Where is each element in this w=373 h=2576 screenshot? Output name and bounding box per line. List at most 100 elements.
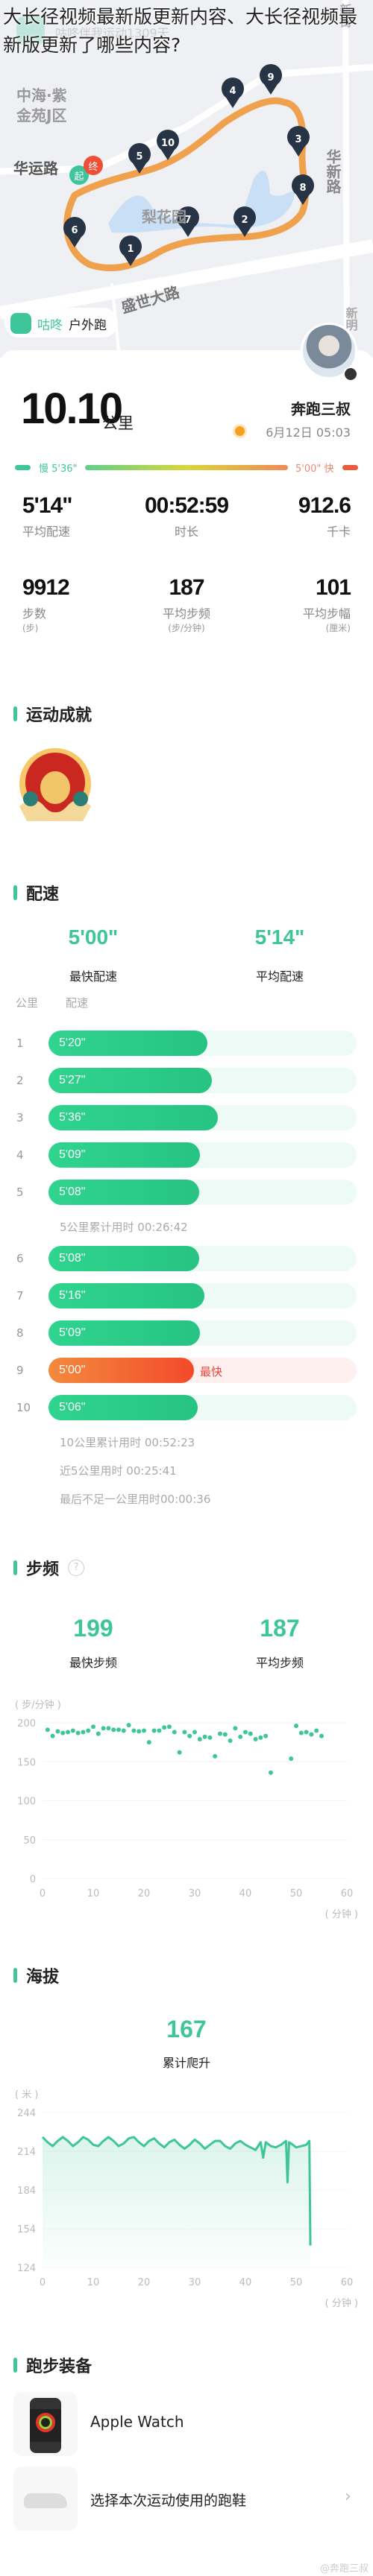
cadence-point <box>126 1723 131 1728</box>
stat-label: 步数 <box>22 607 47 621</box>
stat-unit: (厘米) <box>325 623 351 633</box>
split-bar[interactable]: 5'00" <box>48 1358 194 1383</box>
cadence-point <box>121 1728 126 1733</box>
note-5km: 5公里累计用时 00:26:42 <box>60 1221 188 1234</box>
km-marker-label: 10 <box>161 138 175 149</box>
elevation-area <box>43 2136 311 2268</box>
cadence-point <box>319 1733 324 1738</box>
map-label-park: 梨花园 <box>142 208 186 226</box>
gear-watch-row[interactable]: Apple Watch <box>0 2390 373 2458</box>
cadence-point <box>111 1727 116 1732</box>
split-bar[interactable]: 5'08" <box>48 1246 200 1271</box>
split-bar[interactable]: 5'06" <box>48 1395 198 1420</box>
stat-value: 00:52:59 <box>144 493 229 518</box>
cadence-point <box>50 1733 55 1738</box>
cadence-point <box>289 1756 294 1762</box>
page-title: 大长径视频最新版更新内容、大长径视频最新版更新了哪些内容? <box>3 6 358 56</box>
pace-legend-slow: 慢 5'36" <box>39 463 78 475</box>
section-title: 运动成就 <box>26 706 93 725</box>
cadence-point <box>218 1731 222 1736</box>
cadence-point <box>151 1728 157 1733</box>
split-bar[interactable]: 5'09" <box>48 1142 201 1168</box>
shoe-prompt: 选择本次运动使用的跑鞋 <box>90 2493 247 2509</box>
split-km: 1 <box>16 1037 24 1050</box>
cadence-point <box>157 1728 162 1733</box>
activity-datetime: 6月12日 05:03 <box>266 425 351 440</box>
split-bar[interactable]: 5'16" <box>48 1283 205 1308</box>
stat-1: 00:52:59 时长 <box>112 493 261 539</box>
split-km: 2 <box>16 1074 24 1087</box>
stat-unit: (步) <box>22 623 39 633</box>
section-title: 海拔 <box>26 1968 60 1987</box>
stat-label: 时长 <box>174 525 198 539</box>
km-marker-label: 3 <box>295 134 301 145</box>
cadence-point <box>101 1726 106 1731</box>
cadence-point <box>294 1724 298 1729</box>
y-tick-label: 100 <box>17 1797 36 1808</box>
x-tick-label: 10 <box>87 1888 100 1899</box>
split-bar[interactable]: 5'27" <box>48 1068 213 1093</box>
x-tick-label: 20 <box>138 1888 151 1899</box>
note-remainder: 最后不足一公里用时00:00:36 <box>60 1493 211 1506</box>
x-tick-label: 60 <box>341 1888 354 1899</box>
user-name[interactable]: 奔跑三叔 <box>291 397 351 419</box>
km-marker-label: 8 <box>299 183 306 194</box>
stat-value: 9912 <box>22 575 70 600</box>
split-km: 4 <box>16 1148 24 1162</box>
app-logo-icon <box>10 313 31 334</box>
average-pace-label: 平均配速 <box>255 969 304 984</box>
cadence-point <box>228 1738 233 1744</box>
shoe-icon <box>24 2493 67 2508</box>
elevation-chart: ( 米 ) 124 154 184 214 244 0 10 20 30 40 50 60 ( 分钟 ) <box>15 2089 358 2309</box>
cadence-point <box>202 1734 207 1739</box>
split-bar[interactable]: 5'09" <box>48 1320 201 1346</box>
col-header-pace: 配速 <box>66 996 89 1010</box>
average-pace-value: 5'14" <box>254 925 305 949</box>
stat-0: 5'14" 平均配速 <box>22 493 72 539</box>
gear-header: 跑步装备 <box>13 2353 92 2377</box>
stat-value: 912.6 <box>298 493 351 518</box>
elevation-header: 海拔 <box>13 1963 59 1987</box>
gear-shoe-row[interactable]: 选择本次运动使用的跑鞋 › <box>0 2465 373 2532</box>
pace-header: 配速 <box>13 881 59 905</box>
cadence-point <box>66 1730 70 1735</box>
stat-unit: (步/分钟) <box>168 623 205 633</box>
y-tick-label: 154 <box>17 2224 36 2235</box>
cadence-point <box>243 1730 248 1735</box>
achievements-header: 运动成就 <box>13 702 92 726</box>
map-label-huayun-road: 华运路 <box>13 159 59 177</box>
cadence-point <box>137 1729 142 1734</box>
section-title: 配速 <box>26 885 60 904</box>
cadence-point <box>60 1730 66 1735</box>
question-circle-icon[interactable]: ? <box>68 1560 85 1576</box>
x-tick-label: 30 <box>189 2277 201 2288</box>
y-tick-label: 244 <box>17 2108 36 2119</box>
x-tick-label: 50 <box>290 1888 303 1899</box>
x-axis-unit: ( 分钟 ) <box>325 2297 358 2309</box>
climb-value: 167 <box>166 2016 207 2042</box>
x-tick-label: 10 <box>87 2277 100 2288</box>
y-tick-label: 184 <box>17 2186 36 2197</box>
cadence-point <box>131 1728 137 1733</box>
cadence-point <box>162 1725 167 1730</box>
medal-icon[interactable] <box>12 747 98 825</box>
split-km: 5 <box>16 1186 24 1199</box>
cadence-point <box>91 1724 95 1730</box>
stat-4: 187 平均步频 (步/分钟) <box>112 575 261 634</box>
badge-brand: 咕咚 <box>37 318 63 333</box>
cadence-point <box>304 1730 309 1735</box>
watch-name: Apple Watch <box>90 2413 184 2431</box>
cadence-point <box>222 1732 228 1737</box>
split-bar[interactable]: 5'08" <box>48 1180 200 1205</box>
cadence-point <box>182 1730 187 1735</box>
stat-label: 千卡 <box>326 525 351 539</box>
y-tick-label: 150 <box>17 1757 36 1768</box>
cadence-point <box>192 1730 197 1735</box>
split-bar[interactable]: 5'36" <box>48 1105 219 1130</box>
split-bar[interactable]: 5'20" <box>48 1031 207 1056</box>
cadence-point <box>309 1732 314 1737</box>
y-tick-label: 124 <box>17 2263 36 2274</box>
stat-value: 101 <box>315 575 351 600</box>
watermark: @奔跑三叔 <box>319 2563 369 2575</box>
cadence-point <box>81 1730 86 1735</box>
